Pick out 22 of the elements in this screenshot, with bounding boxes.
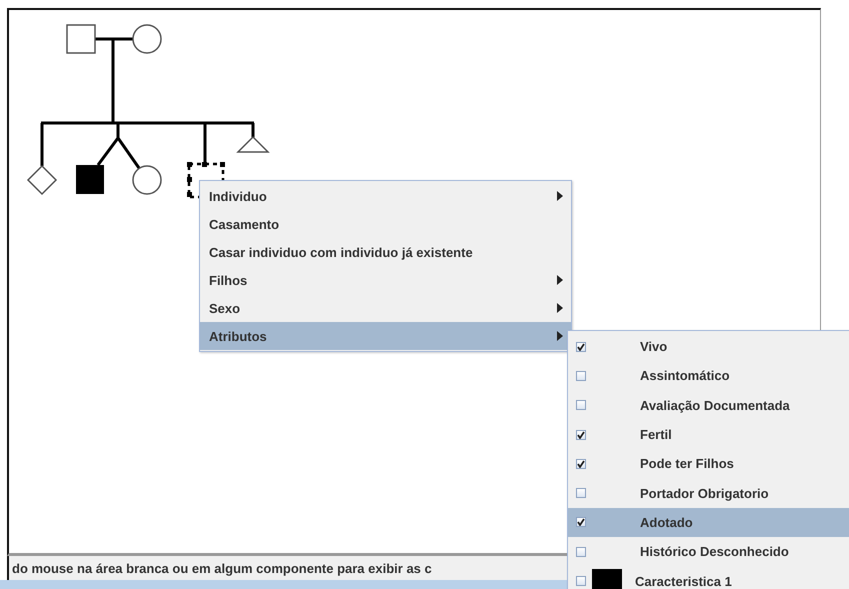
checkbox[interactable]: [576, 546, 586, 557]
menu-item[interactable]: Avaliação Documentada: [568, 390, 849, 420]
checkbox[interactable]: [576, 370, 586, 381]
menu-item[interactable]: Casar individuo com individuo já existente: [200, 238, 571, 266]
checkbox[interactable]: [576, 342, 586, 352]
checkbox[interactable]: [576, 430, 586, 440]
checkbox[interactable]: [576, 488, 586, 498]
menu-item[interactable]: Filhos: [200, 266, 571, 294]
menu-item[interactable]: Vivo: [568, 332, 849, 362]
menu-item[interactable]: Casamento: [200, 210, 571, 238]
menu-item[interactable]: Individuo: [200, 182, 571, 210]
menu-item[interactable]: Portador Obrigatorio: [568, 478, 849, 508]
checkbox[interactable]: [576, 400, 586, 410]
checkbox[interactable]: [576, 458, 586, 469]
menu-item[interactable]: Fertil: [568, 420, 849, 450]
checkbox[interactable]: [576, 576, 586, 586]
menu-item[interactable]: Atributos: [200, 322, 571, 350]
menu-item[interactable]: Assintomático: [568, 361, 849, 391]
checkbox[interactable]: [576, 517, 586, 528]
menu-item[interactable]: Adotado: [568, 508, 849, 538]
menu-item[interactable]: Pode ter Filhos: [568, 449, 849, 478]
menu-item[interactable]: Sexo: [200, 294, 571, 322]
